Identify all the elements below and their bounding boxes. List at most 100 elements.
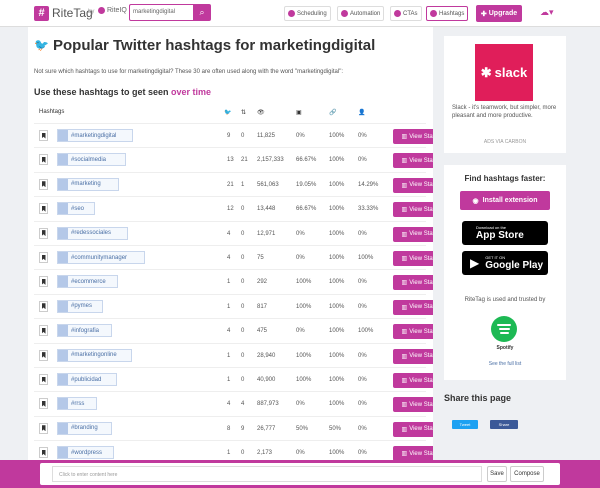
hashtag-link[interactable]: #branding (57, 421, 112, 435)
retweets-cell: 0 (241, 328, 245, 335)
logo-text: RiteTag (52, 6, 93, 20)
tweets-cell: 1 (227, 377, 231, 383)
stats-icon: ▥ (401, 451, 408, 458)
images-cell: 19.05% (296, 181, 317, 188)
view-stats-button[interactable]: ▥View Stats (393, 299, 433, 315)
view-stats-button[interactable]: ▥View Stats (393, 226, 433, 242)
nav-ctas[interactable]: CTAs (390, 6, 422, 21)
google-play-button[interactable]: ▶ GET IT ON Google Play (462, 251, 548, 275)
ad-text[interactable]: Slack - it's teamwork, but simpler, more… (452, 104, 558, 120)
hashtag-link[interactable]: #rrss (57, 397, 97, 411)
retweets-cell: 0 (241, 279, 245, 286)
stats-icon: ▥ (401, 158, 408, 165)
retweets-cell: 0 (241, 206, 245, 213)
app-store-button[interactable]: Download on the App Store (462, 221, 548, 245)
hashtag-link[interactable]: #redessociales (57, 226, 128, 240)
table-header: Hashtags 🐦 ⇅ 👁 ▣ 🔗 👤 (34, 107, 426, 119)
hashtag-link[interactable]: #wordpress (57, 446, 114, 460)
hashtag-link[interactable]: #seo (57, 202, 95, 216)
hashtag-link[interactable]: #infografia (57, 324, 112, 338)
bookmark-icon[interactable] (39, 203, 48, 215)
bookmark-icon[interactable] (39, 349, 48, 361)
hashtag-link[interactable]: #marketingonline (57, 348, 132, 362)
hashtag-badge-icon (58, 300, 68, 312)
bookmark-icon[interactable] (39, 398, 48, 410)
exposure-cell: 2,173 (257, 450, 273, 457)
tweet-button[interactable]: Tweet (452, 420, 478, 429)
hashtag-link[interactable]: #marketingdigital (57, 129, 133, 142)
images-cell: 100% (296, 352, 312, 359)
hashtag-badge-icon (58, 203, 68, 215)
save-button[interactable]: Save (487, 466, 507, 482)
facebook-share-button[interactable]: Share (490, 420, 518, 429)
hashtag-link[interactable]: #marketing (57, 177, 119, 191)
tweets-cell: 12 (227, 206, 234, 213)
riteiq-link[interactable]: RiteIQ (98, 7, 127, 14)
bookmark-icon[interactable] (39, 374, 48, 385)
exposure-cell: 40,900 (257, 377, 276, 383)
content-input[interactable]: Click to enter content here (52, 466, 482, 482)
exposure-cell: 817 (257, 303, 268, 310)
view-stats-button[interactable]: ▥View Stats (393, 202, 433, 218)
mentions-cell: 0% (358, 157, 367, 164)
view-stats-button[interactable]: ▥View Stats (393, 373, 433, 388)
bookmark-icon[interactable] (39, 325, 48, 337)
tweets-cell: 13 (227, 157, 234, 164)
upgrade-button[interactable]: ✚ Upgrade (476, 5, 522, 22)
search-button[interactable]: ⌕ (193, 4, 211, 21)
nav-scheduling[interactable]: Scheduling (284, 6, 331, 21)
hashtag-link[interactable]: #pymes (57, 299, 103, 313)
nav-hashtags[interactable]: Hashtags (426, 6, 469, 21)
bookmark-icon[interactable] (39, 154, 48, 166)
bookmark-icon[interactable] (39, 252, 48, 263)
over-time-link[interactable]: over time (171, 87, 211, 97)
table-row: #rrss 4 4 887,973 0% 100% 0% ▥View Stats (34, 391, 433, 415)
bookmark-icon[interactable] (39, 300, 48, 312)
mentions-cell: 0% (358, 425, 367, 432)
ads-by-carbon[interactable]: ADS VIA CARBON (444, 139, 566, 145)
table-row: #redessociales 4 0 12,971 0% 100% 0% ▥View Stat… (34, 220, 433, 245)
bookmark-icon[interactable] (39, 276, 48, 288)
ritetag-logo[interactable]: # RiteTag (34, 5, 93, 21)
view-stats-button[interactable]: ▥View Stats (393, 129, 433, 144)
see-full-list-link[interactable]: See the full list (444, 361, 566, 367)
view-stats-button[interactable]: ▥View Stats (393, 324, 433, 340)
view-stats-button[interactable]: ▥View Stats (393, 446, 433, 460)
bookmark-icon[interactable] (39, 178, 48, 190)
bookmark-icon[interactable] (39, 422, 48, 434)
images-cell: 50% (296, 425, 309, 432)
view-stats-button[interactable]: ▥View Stats (393, 397, 433, 413)
table-row: #communitymanager 4 0 75 0% 100% 100% ▥ View Sta… (34, 245, 433, 269)
images-cell: 100% (296, 303, 312, 310)
mentions-cell: 100% (358, 328, 374, 335)
bookmark-icon[interactable] (39, 227, 48, 239)
view-stats-button[interactable]: ▥View Stats (393, 348, 433, 364)
view-stats-button[interactable]: ▥View Stats (393, 275, 433, 291)
view-stats-button[interactable]: ▥View Stats (393, 177, 433, 193)
view-stats-button[interactable]: ▥View Stats (393, 251, 433, 266)
exposure-cell: 561,063 (257, 181, 279, 188)
play-icon: ▶ (470, 256, 480, 270)
mentions-cell: 33.33% (358, 206, 379, 213)
mentions-cell: 0% (358, 230, 367, 237)
table-row: #publicidad 1 0 40,900 100% 100% 0% ▥View Stats (34, 367, 433, 391)
compose-button[interactable]: Compose (510, 466, 544, 482)
view-stats-button[interactable]: ▥View Stats (393, 153, 433, 169)
bookmark-icon[interactable] (39, 447, 48, 459)
install-extension-button[interactable]: ◉ Install extension (460, 191, 550, 210)
hashtag-link[interactable]: #socialmedia (57, 153, 126, 167)
user-menu-icon[interactable]: ☁▾ (540, 7, 554, 19)
hashtag-link[interactable]: #publicidad (57, 373, 117, 386)
hashtag-link[interactable]: #ecommerce (57, 275, 118, 289)
search-input[interactable]: marketingdigital (129, 4, 193, 21)
bookmark-icon[interactable] (39, 130, 48, 141)
retweets-cell: 0 (241, 352, 245, 359)
stats-icon: ▥ (401, 378, 408, 384)
plus-icon: ✚ (480, 10, 487, 18)
slack-logo[interactable]: ✱ slack (475, 44, 533, 101)
stats-icon: ▥ (401, 134, 408, 140)
view-stats-button[interactable]: ▥View Stats (393, 421, 433, 437)
nav-automation[interactable]: Automation (337, 6, 385, 21)
hashtag-badge-icon (58, 252, 68, 263)
hashtag-link[interactable]: #communitymanager (57, 251, 145, 264)
